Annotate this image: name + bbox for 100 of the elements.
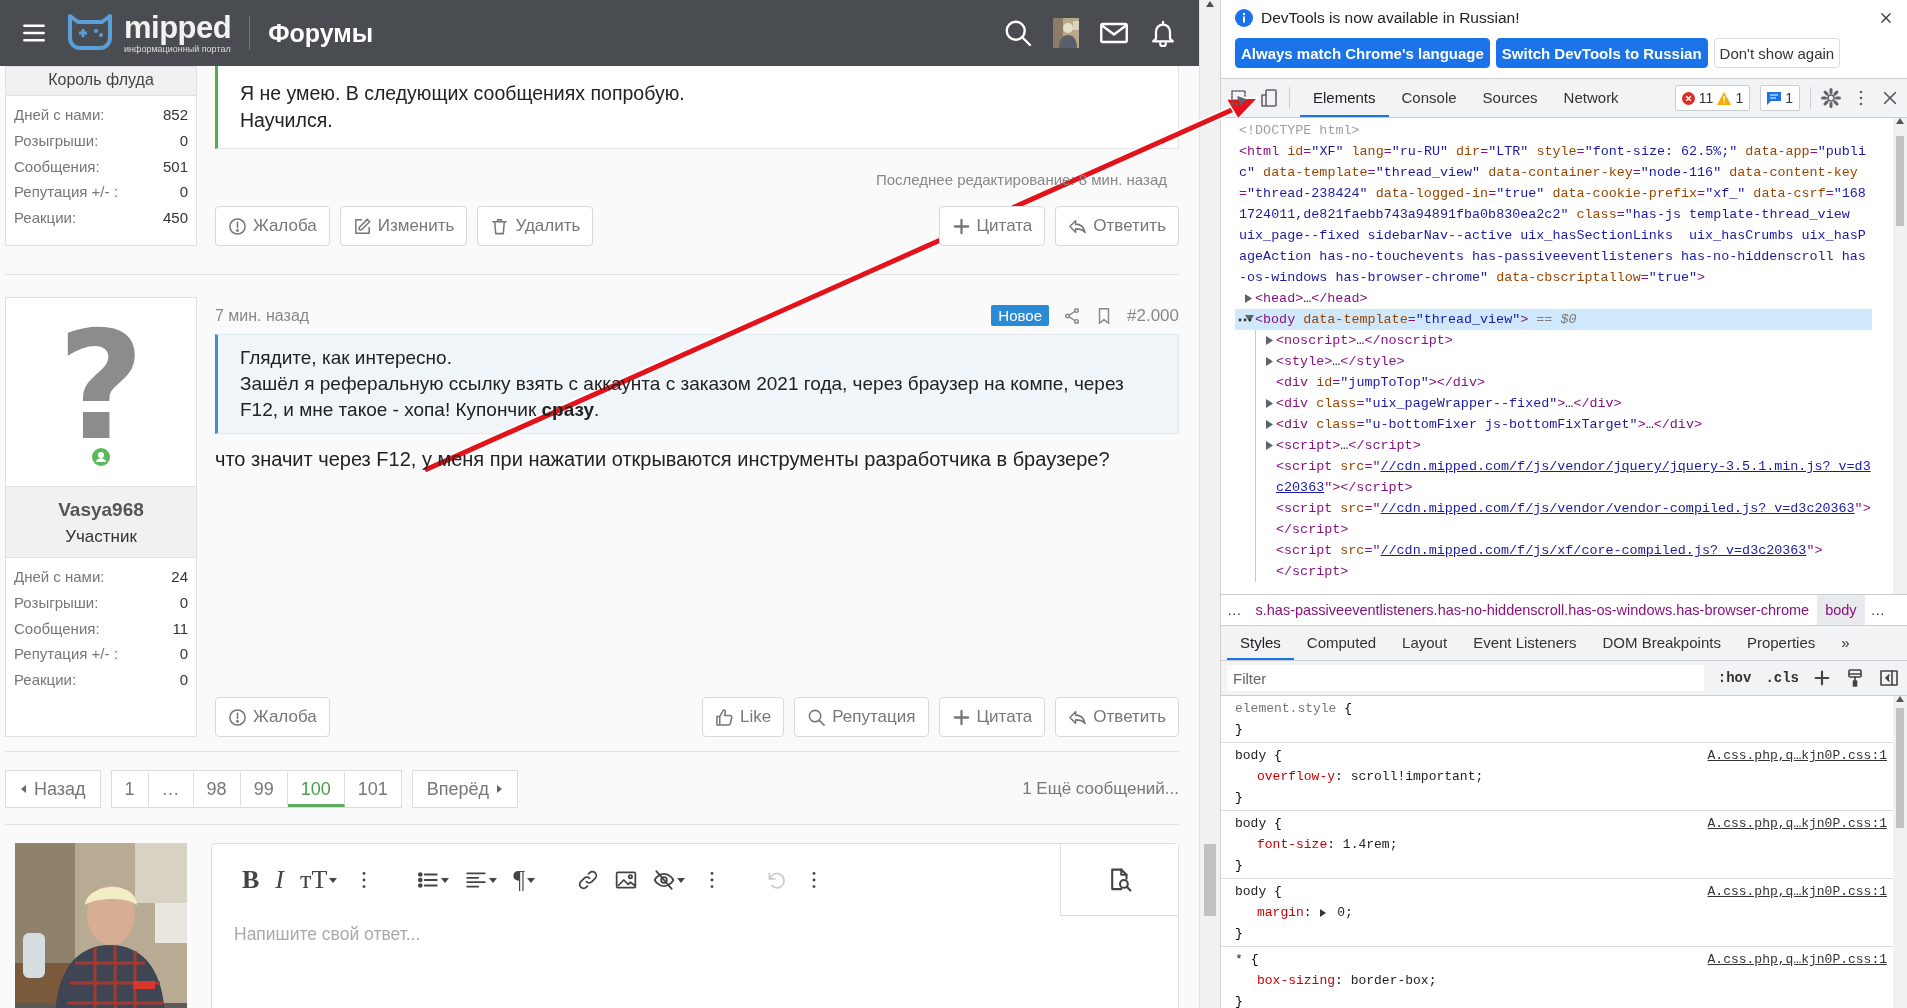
post-action-button[interactable]: Жалоба — [215, 697, 330, 737]
scrollbar-thumb[interactable] — [1896, 708, 1904, 828]
css-value: 0; — [1337, 904, 1353, 922]
code-line: <!DOCTYPE html> — [1239, 122, 1361, 140]
more-messages-link[interactable]: 1 Ещё сообщений... — [1022, 779, 1179, 799]
next-page-button[interactable]: Вперёд — [411, 770, 519, 808]
bold-button[interactable]: B — [234, 860, 268, 900]
scrollbar-thumb[interactable] — [1896, 136, 1904, 226]
dom-node-row[interactable]: <div class="u-bottomFixer js-bottomFixTarget">…</div> — [1256, 414, 1872, 435]
link-icon[interactable] — [577, 869, 600, 891]
toggle-button[interactable]: :hov — [1717, 670, 1752, 686]
styles-tab[interactable]: Layout — [1389, 626, 1461, 660]
previous-page-button[interactable]: Назад — [5, 770, 101, 808]
menu-icon[interactable] — [22, 21, 46, 45]
devtools-tab[interactable]: Network — [1550, 79, 1632, 117]
dom-node-row[interactable]: <head>…</head> — [1235, 288, 1872, 309]
issues-counter[interactable]: 11 1 — [1674, 85, 1751, 111]
code-line: <div class="uix_pageWrapper--fixed">…</div> — [1276, 395, 1623, 413]
inspect-icon[interactable] — [1229, 88, 1249, 108]
expand-icon[interactable] — [1266, 420, 1274, 429]
devtools-tab[interactable]: Console — [1388, 79, 1470, 117]
reply-field[interactable]: Напишите свой ответ... — [212, 916, 1178, 953]
expand-icon[interactable] — [1266, 441, 1274, 450]
filter-field[interactable]: Filter — [1227, 665, 1704, 691]
dom-node-row[interactable]: <script>…</script> — [1256, 435, 1872, 456]
breadcrumb-item[interactable]: body — [1817, 595, 1865, 625]
post-action-button[interactable]: Like — [702, 697, 785, 737]
css-selector: * { — [1235, 951, 1259, 969]
breadcrumb-item[interactable]: s.has-passiveeventlisteners.has-no-hiddenscroll.has-os-windows.has-browser-chrome — [1247, 595, 1818, 625]
messages-counter[interactable]: 1 — [1760, 85, 1800, 111]
dom-node-row[interactable]: <script src="//cdn.mipped.com/f/js/xf/core-compiled.js?_v=d3c20363"> </script> — [1256, 540, 1872, 582]
post-action-button[interactable]: Ответить — [1055, 206, 1179, 246]
dom-node-row[interactable]: <div id="jumpToTop"></div> — [1256, 372, 1872, 393]
stat-label: Реакции: — [14, 670, 77, 691]
post-action-button[interactable]: Цитата — [938, 697, 1046, 737]
dom-node-row[interactable]: <div class="uix_pageWrapper--fixed">…</div> — [1256, 393, 1872, 414]
dom-node-row[interactable]: <noscript>…</noscript> — [1256, 330, 1872, 351]
settings-icon[interactable] — [1821, 88, 1841, 108]
list-icon[interactable] — [417, 869, 440, 891]
user-name[interactable]: Vasya968 — [6, 499, 196, 521]
notice-button[interactable]: Don't show again — [1713, 38, 1841, 68]
logo-name[interactable]: mipped — [124, 12, 232, 43]
italic-button[interactable]: I — [267, 860, 292, 900]
device-icon[interactable] — [1259, 88, 1279, 108]
selected-node-row[interactable]: <body data-template="thread_view"> == $0 — [1235, 309, 1872, 330]
scrollbar[interactable] — [1893, 118, 1907, 594]
dom-node-row[interactable]: <style>…</style> — [1256, 351, 1872, 372]
styles-tab[interactable]: DOM Breakpoints — [1589, 626, 1734, 660]
post-action-button[interactable]: Репутация — [794, 697, 929, 737]
post-action-button[interactable]: Удалить — [477, 206, 594, 246]
paint-brush-icon[interactable] — [1845, 668, 1865, 688]
styles-tab[interactable]: Properties — [1733, 626, 1829, 660]
bell-icon[interactable] — [1149, 19, 1177, 47]
caret-icon — [496, 784, 504, 794]
dropdown-caret-icon — [441, 877, 450, 883]
more-tabs-button[interactable]: » — [1828, 626, 1863, 660]
text-size-button[interactable]: тT — [292, 860, 346, 900]
css-value: scroll!important; — [1350, 768, 1484, 786]
warning-icon — [228, 707, 247, 727]
expand-icon[interactable] — [1266, 357, 1274, 366]
expand-icon[interactable] — [1266, 399, 1274, 408]
toggle-button[interactable]: .cls — [1765, 670, 1799, 686]
devtools-tab[interactable]: Elements — [1300, 79, 1389, 117]
css-separator: : — [1335, 972, 1344, 990]
plus-icon[interactable] — [1813, 669, 1831, 687]
search-icon[interactable] — [1003, 18, 1033, 48]
source-link[interactable]: A.css.php,q…kjn0P.css:1 — [1707, 881, 1887, 902]
source-link[interactable]: A.css.php,q…kjn0P.css:1 — [1707, 745, 1887, 766]
notice-button[interactable]: Always match Chrome's language — [1235, 38, 1490, 68]
hidden-eye-icon[interactable] — [653, 869, 676, 891]
expand-icon[interactable] — [1245, 294, 1253, 303]
quote-text: Глядите, как интересно. — [240, 346, 453, 370]
close-icon[interactable] — [1881, 89, 1899, 107]
image-icon[interactable] — [615, 869, 638, 891]
post-action-button[interactable]: Цитата — [938, 206, 1046, 246]
styles-tab[interactable]: Event Listeners — [1460, 626, 1590, 660]
notice-button[interactable]: Switch DevTools to Russian — [1495, 38, 1708, 68]
close-icon[interactable] — [1879, 11, 1893, 25]
paragraph-button[interactable]: ¶ — [505, 860, 544, 900]
preview-button[interactable] — [1060, 844, 1178, 916]
styles-tab[interactable]: Computed — [1293, 626, 1390, 660]
css-separator: : — [1303, 904, 1313, 922]
post-action-button[interactable]: Изменить — [339, 206, 468, 246]
devtools-tab[interactable]: Sources — [1469, 79, 1551, 117]
scrollbar[interactable] — [1200, 0, 1220, 1008]
post-action-button[interactable]: Ответить — [1055, 697, 1179, 737]
post-action-button[interactable]: Жалоба — [215, 206, 330, 246]
expand-icon[interactable] — [1244, 315, 1254, 323]
scroll-up-icon[interactable] — [1205, 0, 1215, 8]
share-icon[interactable] — [1063, 306, 1081, 325]
expand-icon[interactable] — [1266, 336, 1274, 345]
scrollbar[interactable] — [1893, 696, 1907, 1008]
source-link[interactable]: A.css.php,q…kjn0P.css:1 — [1707, 813, 1887, 834]
ellipsis[interactable]: … — [1864, 602, 1892, 618]
scrollbar-thumb[interactable] — [1204, 844, 1216, 916]
sidebar-icon[interactable] — [1879, 668, 1899, 688]
code-line: <head>…</head> — [1255, 290, 1369, 308]
ellipsis[interactable]: … — [1221, 602, 1248, 618]
thumbs-up-icon — [715, 707, 735, 727]
source-link[interactable]: A.css.php,q…kjn0P.css:1 — [1707, 949, 1887, 970]
